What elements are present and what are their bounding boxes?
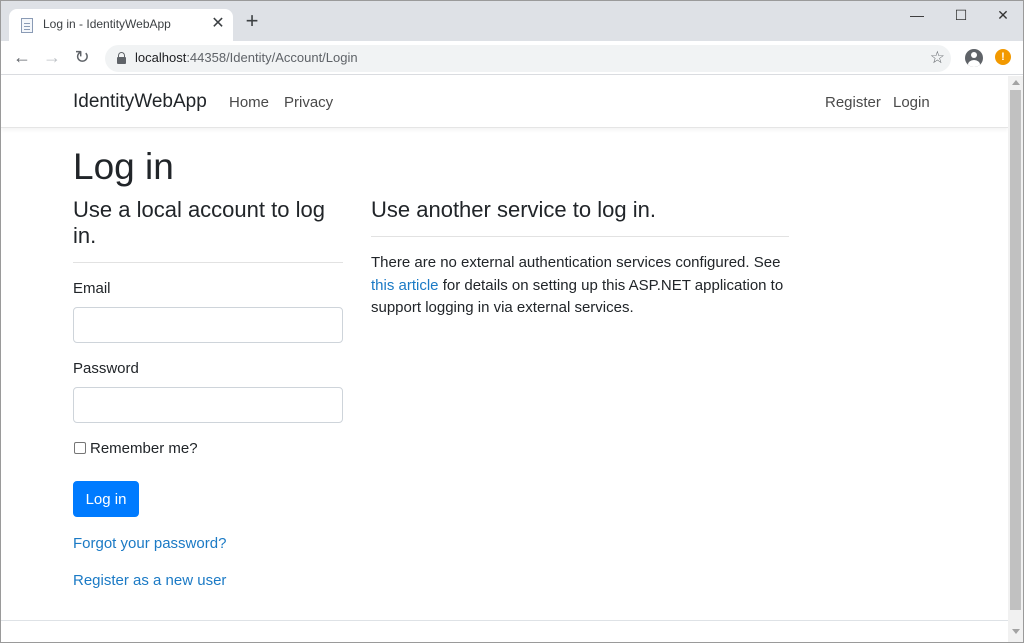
minimize-button[interactable]: — <box>897 3 937 29</box>
site-navbar: IdentityWebApp Home Privacy Register Log… <box>1 76 1008 128</box>
password-field[interactable] <box>73 387 343 423</box>
remember-me-checkbox[interactable] <box>74 442 86 454</box>
nav-home-link[interactable]: Home <box>229 94 269 111</box>
url-host: localhost <box>135 50 187 65</box>
external-divider <box>371 236 789 237</box>
vertical-scrollbar[interactable] <box>1008 76 1023 642</box>
lock-icon[interactable] <box>117 52 126 64</box>
bookmark-star-icon[interactable]: ☆ <box>930 48 945 68</box>
tab-title: Log in - IdentityWebApp <box>43 17 171 31</box>
email-field[interactable] <box>73 307 343 343</box>
address-bar[interactable]: localhost:44358/Identity/Account/Login ☆ <box>105 45 951 72</box>
maximize-button[interactable]: ☐ <box>941 3 981 29</box>
new-tab-button[interactable]: + <box>241 10 263 33</box>
external-service-heading: Use another service to log in. <box>371 197 656 222</box>
remember-me-label[interactable]: Remember me? <box>90 440 198 457</box>
password-label: Password <box>73 360 139 377</box>
forward-button[interactable]: → <box>40 46 64 70</box>
site-brand-link[interactable]: IdentityWebApp <box>73 91 207 113</box>
nav-register-link[interactable]: Register <box>825 94 881 111</box>
profile-avatar-icon[interactable] <box>965 49 983 67</box>
tab-strip: Log in - IdentityWebApp ✕ + — ☐ ✕ <box>1 1 1023 41</box>
page-title: Log in <box>73 146 174 187</box>
scrollbar-thumb[interactable] <box>1010 90 1021 610</box>
page-viewport: IdentityWebApp Home Privacy Register Log… <box>1 76 1008 642</box>
forgot-password-link[interactable]: Forgot your password? <box>73 535 226 552</box>
page-favicon-icon <box>21 18 33 33</box>
browser-toolbar: ← → ↻ localhost:44358/Identity/Account/L… <box>1 41 1023 75</box>
email-label: Email <box>73 280 111 297</box>
update-alert-icon[interactable]: ! <box>995 49 1011 65</box>
scroll-up-arrow-icon[interactable] <box>1012 80 1020 85</box>
url-path: :44358/Identity/Account/Login <box>186 50 358 65</box>
back-button[interactable]: ← <box>10 46 34 70</box>
url-text[interactable]: localhost:44358/Identity/Account/Login <box>135 50 358 65</box>
tab-close-icon[interactable]: ✕ <box>209 15 227 33</box>
nav-login-link[interactable]: Login <box>893 94 930 111</box>
register-new-user-link[interactable]: Register as a new user <box>73 572 226 589</box>
external-services-text: There are no external authentication ser… <box>371 252 789 320</box>
local-divider <box>73 262 343 263</box>
login-submit-button[interactable]: Log in <box>73 481 139 517</box>
this-article-link[interactable]: this article <box>371 277 439 294</box>
nav-privacy-link[interactable]: Privacy <box>284 94 333 111</box>
browser-window: Log in - IdentityWebApp ✕ + — ☐ ✕ ← → ↻ … <box>0 0 1024 643</box>
external-text-before: There are no external authentication ser… <box>371 254 781 271</box>
scroll-down-arrow-icon[interactable] <box>1012 629 1020 634</box>
close-window-button[interactable]: ✕ <box>983 3 1023 29</box>
reload-button[interactable]: ↻ <box>70 46 94 70</box>
browser-tab[interactable]: Log in - IdentityWebApp ✕ <box>9 9 233 41</box>
local-account-heading: Use a local account to log in. <box>73 197 325 248</box>
footer-divider <box>1 620 1008 621</box>
